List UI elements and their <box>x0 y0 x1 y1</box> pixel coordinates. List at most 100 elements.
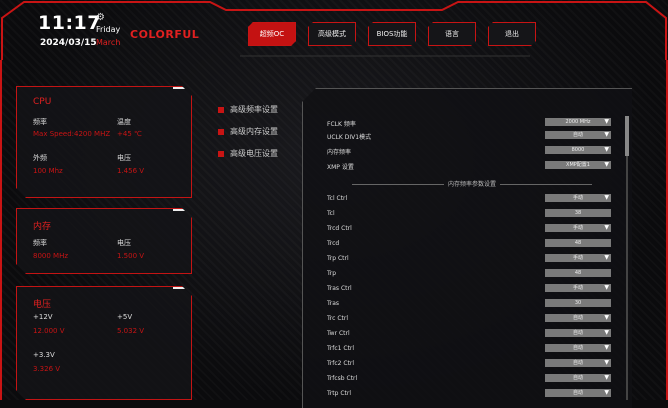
setting-select[interactable]: 自动 ▼ <box>545 329 611 337</box>
setting-select[interactable]: 自动 ▼ <box>545 374 611 382</box>
settings-panel: FCLK 频率 2000 MHz ▼ UCLK DIV1模式 自动 ▼ 内存频率 8000… <box>302 88 632 408</box>
menu-bullet-icon <box>218 150 224 157</box>
cpu-freq-label: 频率 <box>33 118 47 126</box>
setting-row[interactable]: XMP 设置 XMP配置1 ▼ <box>327 160 615 172</box>
setting-row[interactable]: Trcd Ctrl 手动 ▼ <box>327 223 615 235</box>
setting-row[interactable]: Trfcsb Ctrl 自动 ▼ <box>327 373 615 385</box>
setting-select[interactable]: 手动 ▼ <box>545 254 611 262</box>
setting-select[interactable]: 手动 ▼ <box>545 284 611 292</box>
cpu-temp-value: +45 ℃ <box>117 130 142 138</box>
cpu-volt-value: 1.456 V <box>117 167 145 175</box>
setting-row[interactable]: Trp Ctrl 手动 ▼ <box>327 253 615 265</box>
setting-row[interactable]: Tcl 38 <box>327 208 615 220</box>
setting-select[interactable]: 8000 ▼ <box>545 146 611 154</box>
voltage-title: 电压 <box>33 300 52 310</box>
cpu-freq-value: Max Speed:4200 MHZ <box>33 130 111 138</box>
setting-row[interactable]: Tras 30 <box>327 298 615 310</box>
top-nav: 超频OC 高级模式 BIOS功能 语言 退出 <box>248 22 536 46</box>
memory-volt-label: 电压 <box>117 239 131 247</box>
setting-select[interactable]: 手动 ▼ <box>545 194 611 202</box>
cpu-ext-label: 外频 <box>33 154 47 162</box>
memory-volt-value: 1.500 V <box>117 252 145 260</box>
gear-icon[interactable]: ⚙ <box>96 12 105 23</box>
setting-select[interactable]: 自动 ▼ <box>545 131 611 139</box>
menu-item-voltage[interactable]: 高级电压设置 <box>218 148 278 159</box>
memory-title: 内存 <box>33 222 52 232</box>
dropdown-arrow-icon: ▼ <box>604 161 609 168</box>
clock-time: 11:17 <box>38 12 101 34</box>
dropdown-arrow-icon: ▼ <box>604 374 609 381</box>
setting-row[interactable]: 内存频率 8000 ▼ <box>327 145 615 157</box>
setting-value[interactable]: 30 <box>545 299 611 307</box>
clock-day: Friday <box>96 25 121 34</box>
tab-exit[interactable]: 退出 <box>488 22 536 46</box>
cpu-temp-label: 温度 <box>117 118 131 126</box>
clock-area: 11:17 ⚙ Friday 2024/03/15 March COLORFUL <box>38 12 200 52</box>
v33-label: +3.3V <box>33 351 55 359</box>
setting-select[interactable]: 2000 MHz ▼ <box>545 118 611 126</box>
setting-row[interactable]: Tras Ctrl 手动 ▼ <box>327 283 615 295</box>
setting-value[interactable]: 48 <box>545 239 611 247</box>
setting-select[interactable]: 自动 ▼ <box>545 344 611 352</box>
left-frame <box>0 60 14 400</box>
scrollbar-thumb[interactable] <box>625 116 629 156</box>
menu-item-frequency[interactable]: 高级频率设置 <box>218 104 278 115</box>
brand-logo: COLORFUL <box>130 28 200 41</box>
setting-row[interactable]: Trp 48 <box>327 268 615 280</box>
setting-select[interactable]: 手动 ▼ <box>545 224 611 232</box>
setting-value[interactable]: 48 <box>545 269 611 277</box>
v12-value: 12.000 V <box>33 327 65 335</box>
settings-scrollbar[interactable] <box>625 116 629 400</box>
menu-bullet-icon <box>218 106 224 113</box>
v5-label: +5V <box>117 313 133 321</box>
dropdown-arrow-icon: ▼ <box>604 284 609 291</box>
cpu-ext-value: 100 Mhz <box>33 167 63 175</box>
tab-overclock[interactable]: 超频OC <box>248 22 296 46</box>
menu-item-memory[interactable]: 高级内存设置 <box>218 126 278 137</box>
setting-row[interactable]: Trc Ctrl 自动 ▼ <box>327 313 615 325</box>
cpu-volt-label: 电压 <box>117 154 131 162</box>
setting-row[interactable]: FCLK 频率 2000 MHz ▼ <box>327 117 615 129</box>
v12-label: +12V <box>33 313 53 321</box>
dropdown-arrow-icon: ▼ <box>604 224 609 231</box>
setting-row[interactable]: Trcd 48 <box>327 238 615 250</box>
dropdown-arrow-icon: ▼ <box>604 329 609 336</box>
setting-row[interactable]: UCLK DIV1模式 自动 ▼ <box>327 130 615 142</box>
setting-value[interactable]: 38 <box>545 209 611 217</box>
dropdown-arrow-icon: ▼ <box>604 146 609 153</box>
dropdown-arrow-icon: ▼ <box>604 314 609 321</box>
setting-row[interactable]: Trtp Ctrl 自动 ▼ <box>327 388 615 400</box>
setting-row[interactable]: Tcl Ctrl 手动 ▼ <box>327 193 615 205</box>
right-frame <box>654 60 668 400</box>
dropdown-arrow-icon: ▼ <box>604 389 609 396</box>
v33-value: 3.326 V <box>33 365 61 373</box>
dropdown-arrow-icon: ▼ <box>604 131 609 138</box>
dropdown-arrow-icon: ▼ <box>604 194 609 201</box>
v5-value: 5.032 V <box>117 327 145 335</box>
dropdown-arrow-icon: ▼ <box>604 344 609 351</box>
menu-bullet-icon <box>218 128 224 135</box>
cpu-panel: CPU 频率 Max Speed:4200 MHZ 温度 +45 ℃ 外频 10… <box>16 86 192 198</box>
tab-advanced[interactable]: 高级模式 <box>308 22 356 46</box>
voltage-panel: 电压 +12V 12.000 V +5V 5.032 V +3.3V 3.326… <box>16 286 192 400</box>
setting-select[interactable]: 自动 ▼ <box>545 359 611 367</box>
setting-row[interactable]: Trfc2 Ctrl 自动 ▼ <box>327 358 615 370</box>
setting-row[interactable]: Trfc1 Ctrl 自动 ▼ <box>327 343 615 355</box>
clock-date: 2024/03/15 <box>40 38 97 48</box>
submenu: 高级频率设置 高级内存设置 高级电压设置 <box>218 104 278 170</box>
dropdown-arrow-icon: ▼ <box>604 254 609 261</box>
memory-freq-label: 频率 <box>33 239 47 247</box>
setting-row[interactable]: Twr Ctrl 自动 ▼ <box>327 328 615 340</box>
section-title: 内存频率参数设置 <box>327 179 617 188</box>
setting-select[interactable]: 自动 ▼ <box>545 389 611 397</box>
dropdown-arrow-icon: ▼ <box>604 118 609 125</box>
dropdown-arrow-icon: ▼ <box>604 359 609 366</box>
memory-panel: 内存 频率 8000 MHz 电压 1.500 V <box>16 208 192 274</box>
memory-freq-value: 8000 MHz <box>33 252 69 260</box>
setting-select[interactable]: 自动 ▼ <box>545 314 611 322</box>
setting-select[interactable]: XMP配置1 ▼ <box>545 161 611 169</box>
tab-bios[interactable]: BIOS功能 <box>368 22 416 46</box>
tab-language[interactable]: 语言 <box>428 22 476 46</box>
cpu-title: CPU <box>33 97 52 107</box>
clock-month: March <box>96 38 121 47</box>
